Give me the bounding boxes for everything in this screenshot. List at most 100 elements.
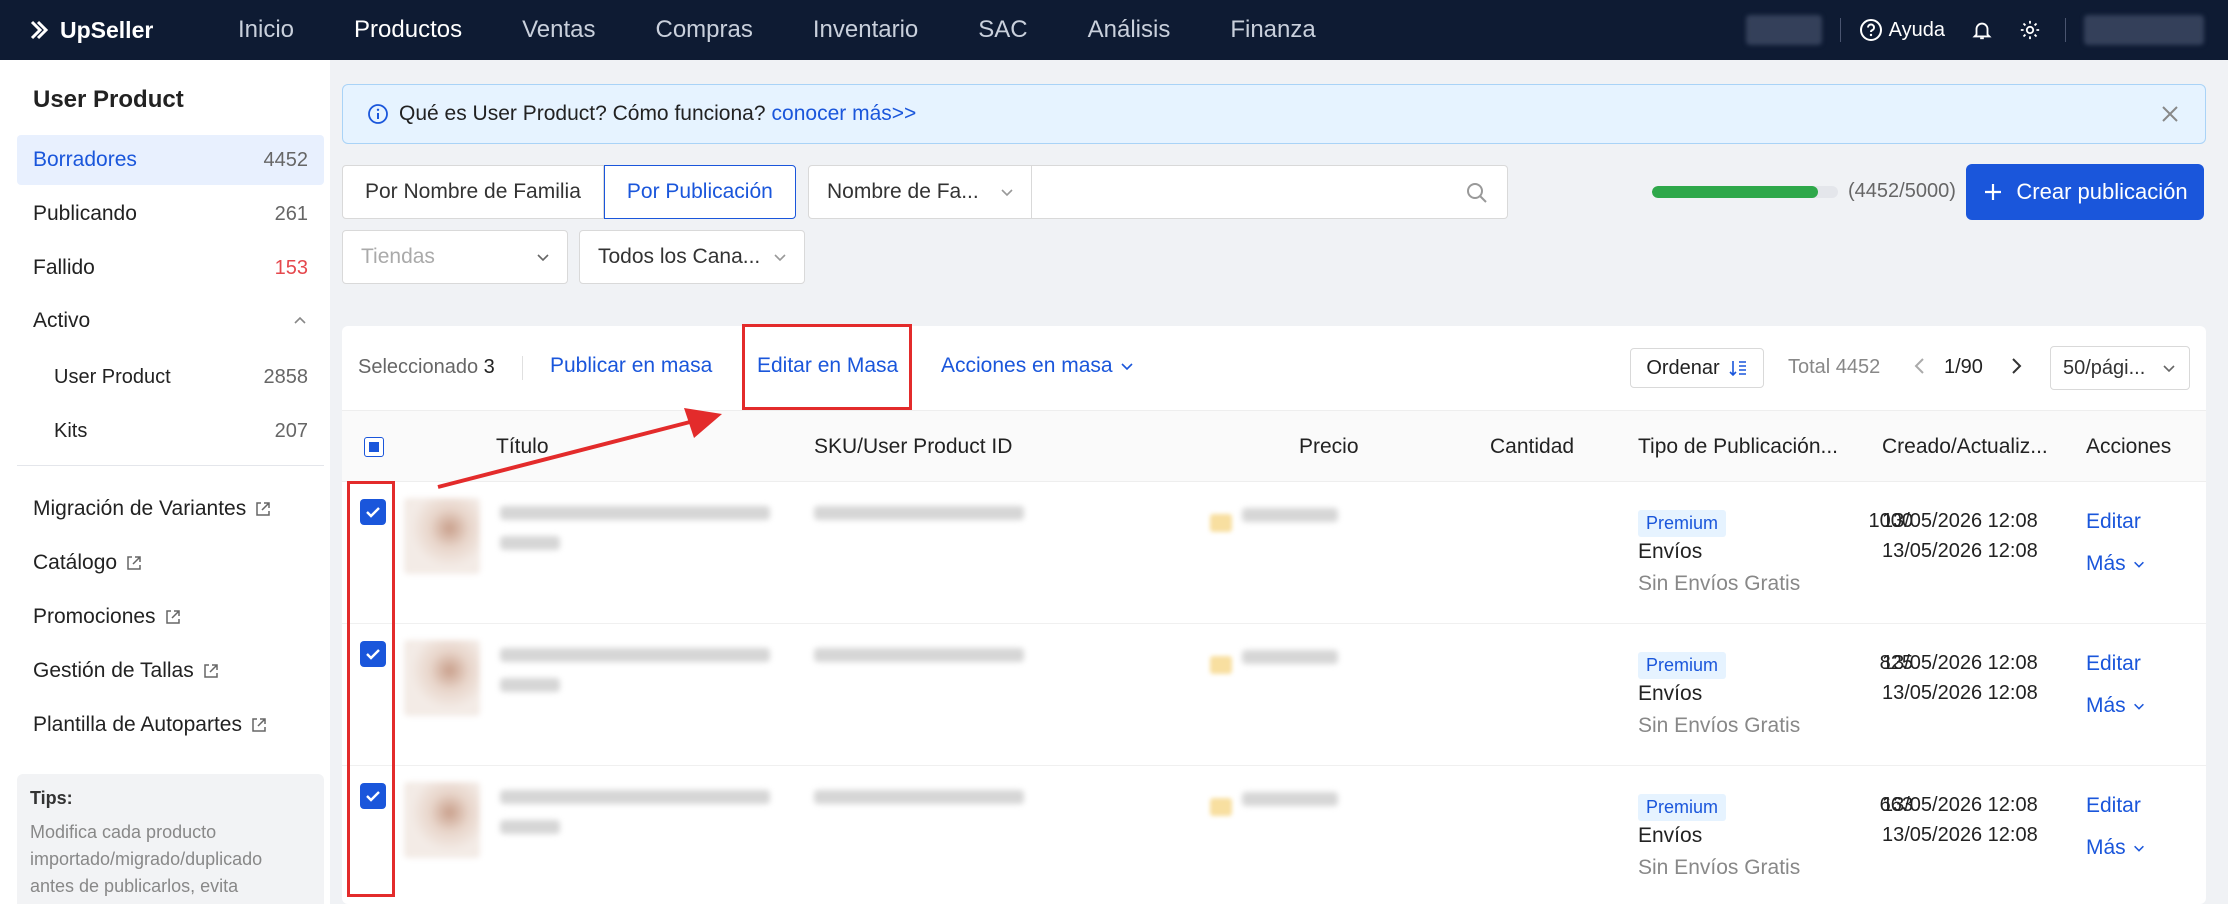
sort-label: Ordenar (1646, 356, 1720, 379)
edit-link[interactable]: Editar (2086, 510, 2141, 534)
channels-select[interactable]: Todos los Cana... (579, 230, 805, 284)
bulk-actions-dropdown[interactable]: Acciones en masa (941, 354, 1135, 378)
search-box (1032, 165, 1508, 219)
notifications-button[interactable] (1971, 19, 1993, 41)
product-title-blurred[interactable] (500, 790, 770, 804)
nav-finanza[interactable]: Finanza (1230, 16, 1315, 44)
column-price[interactable]: Precio (1299, 435, 1359, 459)
nav-ventas[interactable]: Ventas (522, 16, 595, 44)
chevron-down-icon (1121, 363, 1133, 371)
prev-page-button[interactable] (1910, 354, 1930, 383)
search-icon (1467, 183, 1487, 203)
sidebar-link-label: Catálogo (33, 551, 118, 574)
create-publication-button[interactable]: Crear publicación (1966, 164, 2204, 220)
select-all-checkbox[interactable] (364, 437, 384, 457)
settings-button[interactable] (2019, 19, 2041, 41)
nav-inventario[interactable]: Inventario (813, 16, 918, 44)
sidebar-item-count: 4452 (263, 148, 309, 171)
sidebar-link-autopartes[interactable]: Plantilla de Autopartes (33, 713, 268, 737)
product-thumbnail[interactable] (404, 640, 480, 716)
edit-link[interactable]: Editar (2086, 794, 2141, 818)
account-selector-blurred[interactable] (1745, 15, 1822, 45)
banner-text: Qué es User Product? Cómo funciona? (399, 102, 766, 125)
info-banner: Qué es User Product? Cómo funciona? cono… (342, 84, 2206, 144)
chevron-down-icon (2163, 365, 2175, 373)
sidebar-item-label: Activo (33, 309, 91, 332)
page-size-select[interactable]: 50/pági... (2050, 346, 2190, 390)
nav-analisis[interactable]: Análisis (1088, 16, 1171, 44)
product-thumbnail[interactable] (404, 782, 480, 858)
bulk-publish-button[interactable]: Publicar en masa (550, 354, 712, 378)
sidebar-item-publicando[interactable]: Publicando 261 (17, 189, 324, 239)
currency-badge-blurred (1210, 656, 1232, 674)
table-toolbar: Seleccionado 3 Publicar en masa Editar e… (342, 326, 2206, 410)
sidebar-item-label: Fallido (33, 256, 95, 279)
sidebar-link-catalogo[interactable]: Catálogo (33, 551, 143, 575)
selected-label: Seleccionado (358, 356, 479, 378)
edit-link[interactable]: Editar (2086, 652, 2141, 676)
brand-name: UpSeller (60, 16, 154, 43)
nav-inicio[interactable]: Inicio (238, 16, 294, 44)
column-created-updated[interactable]: Creado/Actualiz... (1882, 435, 2048, 459)
sidebar-link-migracion[interactable]: Migración de Variantes (33, 497, 272, 521)
sidebar-link-tallas[interactable]: Gestión de Tallas (33, 659, 220, 683)
sidebar-item-label: User Product (54, 365, 171, 388)
next-page-button[interactable] (2006, 354, 2026, 383)
close-icon (2162, 106, 2178, 122)
table-row: 663 Premium Envíos Sin Envíos Gratis 13/… (342, 766, 2206, 904)
nav-sac[interactable]: SAC (978, 16, 1027, 44)
bulk-actions-label: Acciones en masa (941, 354, 1113, 377)
user-profile-blurred[interactable] (2084, 15, 2204, 45)
sidebar-item-user-product[interactable]: User Product 2858 (17, 352, 324, 402)
tab-by-family[interactable]: Por Nombre de Familia (342, 165, 604, 219)
product-title-blurred[interactable] (500, 506, 770, 520)
more-actions-dropdown[interactable]: Más (2086, 694, 2146, 718)
search-button[interactable] (1465, 181, 1489, 210)
table-row: 825 Premium Envíos Sin Envíos Gratis 13/… (342, 624, 2206, 766)
tab-by-publication[interactable]: Por Publicación (603, 165, 796, 219)
info-icon (368, 104, 388, 124)
stores-select[interactable]: Tiendas (342, 230, 568, 284)
upseller-logo-icon (30, 20, 49, 40)
nav-compras[interactable]: Compras (656, 16, 753, 44)
sidebar-link-promociones[interactable]: Promociones (33, 605, 182, 629)
nav-productos[interactable]: Productos (354, 16, 462, 44)
sidebar-item-fallido[interactable]: Fallido 153 (17, 243, 324, 293)
sidebar-item-kits[interactable]: Kits 207 (17, 406, 324, 456)
sidebar-item-label: Kits (54, 419, 88, 442)
sort-button[interactable]: Ordenar (1630, 348, 1764, 388)
sidebar-item-label: Borradores (33, 148, 137, 171)
chevron-up-icon (294, 316, 306, 324)
banner-close-button[interactable] (2159, 103, 2181, 131)
chevron-left-icon (1914, 358, 1924, 374)
nav-separator (1839, 18, 1841, 42)
column-publication-type[interactable]: Tipo de Publicación... (1638, 435, 1838, 459)
annotation-box-bulk-edit (742, 324, 912, 410)
external-link-icon (252, 718, 266, 732)
brand-logo[interactable]: UpSeller (28, 17, 208, 44)
column-sku[interactable]: SKU/User Product ID (814, 435, 1012, 459)
sidebar-item-borradores[interactable]: Borradores 4452 (17, 135, 324, 185)
learn-more-link[interactable]: conocer más>> (772, 102, 917, 126)
price-blurred (1242, 792, 1338, 806)
more-actions-dropdown[interactable]: Más (2086, 836, 2146, 860)
premium-badge: Premium (1638, 652, 1727, 679)
column-title[interactable]: Título (496, 435, 549, 459)
search-input[interactable] (1046, 166, 1446, 216)
sidebar-item-activo[interactable]: Activo (17, 296, 324, 346)
product-thumbnail[interactable] (404, 498, 480, 574)
sidebar: User Product Borradores 4452 Publicando … (0, 60, 330, 904)
help-button[interactable]: Ayuda (1859, 18, 1945, 42)
column-quantity[interactable]: Cantidad (1490, 435, 1574, 459)
product-title-blurred[interactable] (500, 648, 770, 662)
chevron-right-icon (2012, 358, 2022, 374)
shipping-label: Envíos (1638, 682, 1703, 705)
toolbar-separator (522, 356, 523, 380)
sidebar-item-label: Publicando (33, 202, 137, 225)
more-label: Más (2086, 552, 2126, 575)
page-size-value: 50/pági... (2063, 356, 2146, 379)
external-link-icon (256, 502, 270, 516)
more-actions-dropdown[interactable]: Más (2086, 552, 2146, 576)
shipping-status: Sin Envíos Gratis (1638, 714, 1801, 737)
search-field-select[interactable]: Nombre de Fa... (808, 165, 1032, 219)
